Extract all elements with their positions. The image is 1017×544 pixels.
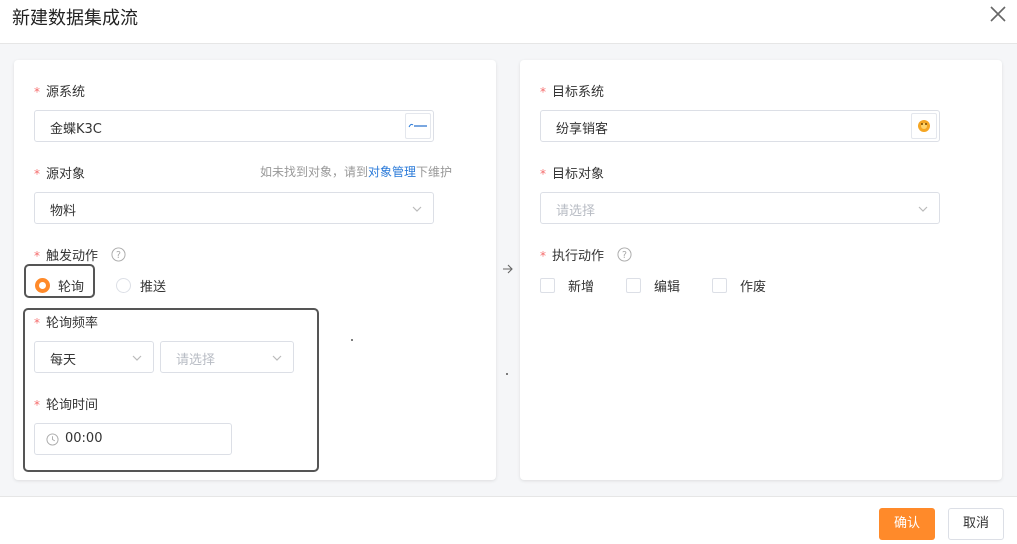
source-panel: * 源系统 金蝶K3C * 源对象 如未找到对象，请到对象管理下维护 物料 * 触发动… [14,60,496,480]
checkbox-create-label[interactable]: 新增 [568,276,594,295]
checkbox-void[interactable] [712,278,727,293]
dialog-title: 新建数据集成流 [12,8,138,29]
arrow-right-icon [503,264,513,274]
close-icon[interactable] [986,2,1010,26]
kingdee-logo-icon [405,113,431,139]
trigger-action-label: * 触发动作 [34,249,99,264]
checkbox-edit[interactable] [626,278,641,293]
source-object-value: 物料 [50,204,77,219]
checkbox-create[interactable] [540,278,555,293]
fxiaoke-logo-icon [911,113,937,139]
source-object-hint: 如未找到对象，请到对象管理下维护 [260,165,453,179]
marker-dot [351,339,353,341]
question-circle-icon[interactable]: ? [617,247,632,262]
target-object-placeholder: 请选择 [556,204,596,219]
source-object-label: * 源对象 [34,167,86,182]
svg-text:?: ? [116,250,121,261]
radio-push[interactable] [116,278,131,293]
chevron-down-icon [412,206,422,212]
execute-action-label: * 执行动作 [540,249,605,264]
question-circle-icon[interactable]: ? [111,247,126,262]
target-panel: * 目标系统 纷享销客 * 目标对象 请选择 * 执行动作 ? 新增 编辑 作废 [520,60,1002,480]
source-system-value: 金蝶K3C [50,122,102,137]
source-object-select[interactable]: 物料 [34,192,434,224]
target-object-select[interactable]: 请选择 [540,192,940,224]
source-system-field[interactable]: 金蝶K3C [34,110,434,142]
object-management-link[interactable]: 对象管理 [368,165,416,179]
chevron-down-icon [918,206,928,212]
confirm-button[interactable]: 确认 [879,508,935,540]
dialog-footer: 确认 取消 [0,496,1017,544]
checkbox-void-label[interactable]: 作废 [740,276,766,295]
target-system-label: * 目标系统 [540,85,605,100]
radio-push-label[interactable]: 推送 [140,276,166,295]
dialog-body: * 源系统 金蝶K3C * 源对象 如未找到对象，请到对象管理下维护 物料 * 触发动… [0,44,1017,496]
source-system-label: * 源系统 [34,85,86,100]
poll-settings-highlight [23,308,319,472]
target-system-value: 纷享销客 [556,122,609,137]
dialog-header: 新建数据集成流 [0,0,1017,44]
checkbox-edit-label[interactable]: 编辑 [654,276,680,295]
target-system-field[interactable]: 纷享销客 [540,110,940,142]
cancel-button[interactable]: 取消 [948,508,1004,540]
poll-option-highlight [24,264,95,298]
target-object-label: * 目标对象 [540,167,605,182]
marker-dot [506,373,508,375]
svg-text:?: ? [622,250,627,261]
